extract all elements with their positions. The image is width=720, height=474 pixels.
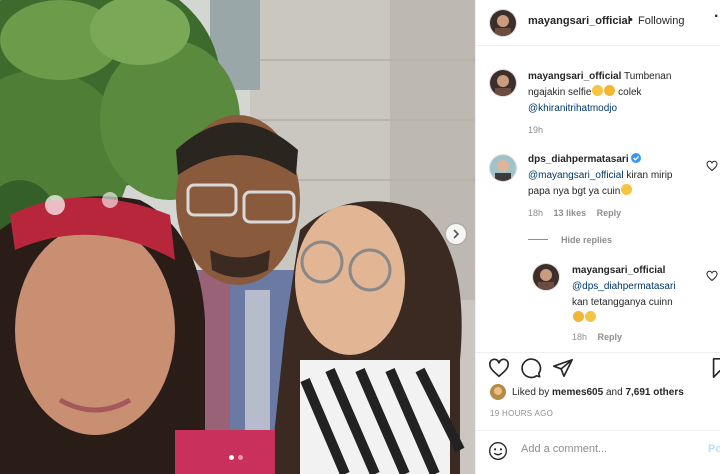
likes-prefix: Liked by [512, 387, 550, 398]
verified-icon [631, 153, 642, 163]
hide-replies-button[interactable]: Hide replies [561, 235, 612, 245]
separator-dot: • [629, 14, 633, 26]
selfie-photo [0, 0, 475, 474]
avatar-image [490, 155, 516, 181]
grin-emoji-icon [604, 85, 616, 96]
avatar[interactable] [533, 264, 559, 290]
heart-eyes-emoji-icon [592, 85, 604, 96]
reply-comment: mayangsari_official @dps_diahpermatasari… [572, 263, 702, 327]
avatar-image [533, 264, 559, 290]
emoji-icon[interactable] [488, 441, 508, 461]
carousel-dot [229, 455, 234, 460]
post-side-panel: mayangsari_official • Following · mayang… [475, 0, 720, 474]
caption-username[interactable]: mayangsari_official [528, 71, 621, 82]
heart-icon[interactable] [488, 357, 510, 379]
comment-time: 18h [572, 332, 588, 342]
carousel-dot [238, 455, 243, 460]
add-comment-input[interactable]: Add a comment... [521, 443, 607, 455]
comment-text: kiran mirip [626, 170, 673, 181]
smile-emoji-icon [621, 184, 633, 195]
divider [476, 430, 720, 431]
comment-username[interactable]: mayangsari_official [572, 265, 665, 276]
caption-time: 19h [528, 125, 544, 135]
likes-summary: Liked by memes605 and 7,691 others [512, 387, 684, 398]
comment-mention-link[interactable]: @mayangsari_official [528, 170, 624, 181]
reply-button[interactable]: Reply [598, 332, 623, 342]
post-photo[interactable] [0, 0, 475, 474]
comment-text: kan tetangganya cuinn [572, 297, 673, 308]
heart-eyes-emoji-icon [585, 311, 596, 322]
liker-username[interactable]: memes605 [552, 387, 603, 398]
post-owner-username[interactable]: mayangsari_official [528, 15, 631, 27]
following-button[interactable]: Following [638, 15, 684, 27]
avatar[interactable] [490, 10, 516, 36]
caption-text: Tumbenan [623, 71, 672, 82]
post-timestamp: 19 HOURS AGO [490, 409, 554, 418]
caption: mayangsari_official Tumbenan ngajakin se… [528, 69, 713, 117]
avatar-image [490, 10, 516, 36]
share-icon[interactable] [552, 357, 574, 379]
replies-line [528, 239, 548, 240]
bookmark-icon[interactable] [709, 357, 720, 379]
liker-avatar[interactable] [490, 384, 506, 400]
avatar[interactable] [490, 155, 516, 181]
avatar-image [490, 70, 516, 96]
avatar[interactable] [490, 70, 516, 96]
comment: dps_diahpermatasari @mayangsari_official… [528, 152, 700, 200]
comment-text: papa nya bgt ya cuin [528, 186, 621, 197]
caption-text: ngajakin selfie [528, 87, 592, 98]
comment-time: 18h [528, 208, 544, 218]
like-comment-heart-icon[interactable] [706, 270, 718, 282]
likes-others[interactable]: 7,691 others [625, 387, 683, 398]
post-comment-button[interactable]: Po [708, 443, 720, 455]
comment-icon[interactable] [520, 357, 542, 379]
caption-mention-link[interactable]: @khiranitrihatmodjo [528, 103, 617, 114]
carousel-indicator [229, 455, 243, 460]
comment-meta: 18h Reply [572, 332, 622, 342]
laugh-emoji-icon [573, 311, 584, 322]
like-comment-heart-icon[interactable] [706, 160, 718, 172]
more-options-icon[interactable]: · [714, 8, 719, 26]
comment-username[interactable]: dps_diahpermatasari [528, 154, 629, 165]
chevron-right-icon [453, 229, 460, 239]
comment-meta: 18h 13 likes Reply [528, 208, 621, 218]
divider [476, 352, 720, 353]
caption-text: colek [618, 87, 642, 98]
comment-mention-link[interactable]: @dps_diahpermatasari [572, 281, 676, 292]
carousel-next-button[interactable] [446, 224, 466, 244]
comment-likes-count[interactable]: 13 likes [554, 208, 587, 218]
reply-button[interactable]: Reply [597, 208, 622, 218]
likes-middle: and [605, 387, 623, 398]
liker-avatar-image [490, 384, 506, 400]
post-header: mayangsari_official • Following · [476, 0, 720, 46]
